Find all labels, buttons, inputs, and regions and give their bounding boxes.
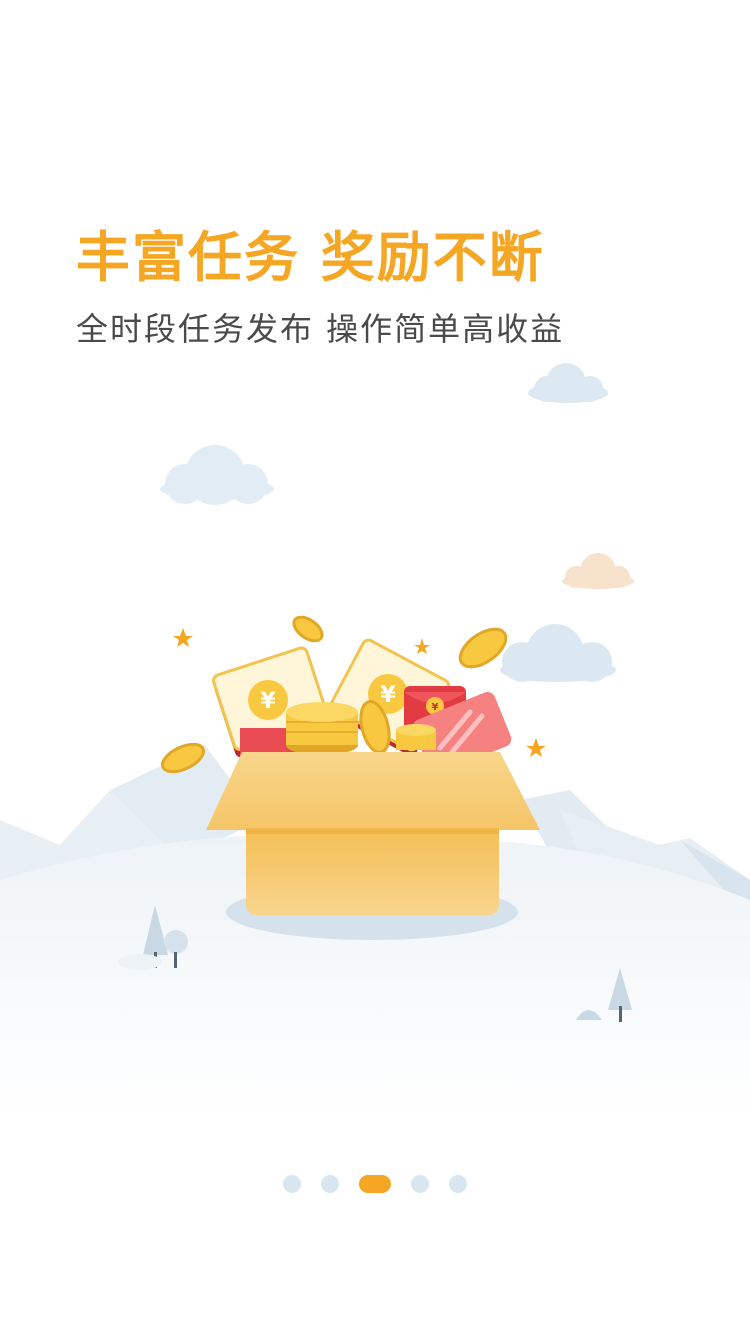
yen-icon: ¥ <box>260 689 276 714</box>
coin-icon <box>292 615 324 643</box>
cloud-icon <box>528 363 608 403</box>
cloud-icon <box>500 624 616 682</box>
coin-stack <box>286 702 358 755</box>
cloud-icon <box>562 553 634 589</box>
page-dot-4[interactable] <box>411 1175 429 1193</box>
yen-icon: ¥ <box>380 683 396 708</box>
cloud-icon <box>160 445 274 505</box>
gift-box <box>206 752 540 915</box>
page-dot-2[interactable] <box>321 1175 339 1193</box>
page-indicator <box>0 1174 750 1194</box>
headline: 丰富任务 奖励不断 <box>76 226 545 289</box>
onboarding-screen: 丰富任务 奖励不断 全时段任务发布 操作简单高收益 ¥ ¥ ¥ <box>0 0 750 1334</box>
coin-stack <box>396 724 436 750</box>
page-dot-5[interactable] <box>449 1175 467 1193</box>
page-dot-3-active[interactable] <box>359 1175 391 1193</box>
reward-box-illustration: ¥ ¥ ¥ <box>0 363 750 1120</box>
page-dot-1[interactable] <box>283 1175 301 1193</box>
yen-icon: ¥ <box>432 702 439 713</box>
